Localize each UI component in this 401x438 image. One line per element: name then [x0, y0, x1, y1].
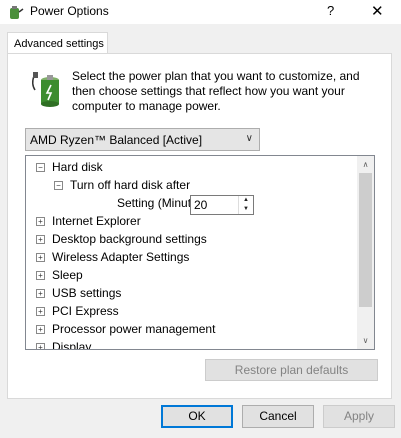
scroll-up-icon[interactable]: ∧: [357, 156, 374, 173]
settings-tree[interactable]: − Hard disk − Turn off hard disk after Set…: [25, 155, 375, 350]
expand-icon[interactable]: +: [36, 325, 45, 334]
description-text: Select the power plan that you want to c…: [72, 69, 360, 113]
close-button[interactable]: ✕: [371, 2, 384, 20]
scroll-down-icon[interactable]: ∨: [357, 332, 374, 349]
tree-item-usb-settings[interactable]: + USB settings: [36, 284, 121, 302]
expand-icon[interactable]: +: [36, 271, 45, 280]
tree-item-label: Sleep: [52, 268, 83, 282]
expand-icon[interactable]: +: [36, 343, 45, 349]
tree-item-label: Desktop background settings: [52, 232, 207, 246]
tree-item-hard-disk[interactable]: − Hard disk: [36, 158, 103, 176]
tree-item-label: Wireless Adapter Settings: [52, 250, 190, 264]
title-bar: Power Options ? ✕: [0, 0, 401, 24]
minutes-spinbox[interactable]: 20 ▲ ▼: [190, 195, 254, 215]
expand-icon[interactable]: +: [36, 217, 45, 226]
spin-up-icon[interactable]: ▲: [239, 196, 253, 205]
battery-plug-icon: [31, 72, 59, 107]
scrollbar-thumb[interactable]: [359, 173, 372, 307]
tree-item-wireless-adapter[interactable]: + Wireless Adapter Settings: [36, 248, 189, 266]
tree-item-label: Display: [52, 340, 92, 350]
cancel-button[interactable]: Cancel: [242, 405, 314, 428]
help-button[interactable]: ?: [327, 3, 334, 18]
restore-plan-defaults-button[interactable]: Restore plan defaults: [205, 359, 378, 381]
expand-icon[interactable]: +: [36, 289, 45, 298]
ok-button[interactable]: OK: [161, 405, 233, 428]
tree-item-label: Hard disk: [52, 160, 103, 174]
tree-item-label: PCI Express: [52, 304, 119, 318]
tree-item-desktop-background[interactable]: + Desktop background settings: [36, 230, 207, 248]
tree-item-label: Turn off hard disk after: [70, 178, 191, 192]
tree-item-sleep[interactable]: + Sleep: [36, 266, 83, 284]
tab-advanced-settings[interactable]: Advanced settings: [7, 32, 108, 54]
tree-item-label: USB settings: [52, 286, 122, 300]
power-options-icon: [10, 6, 24, 19]
expand-icon[interactable]: +: [36, 307, 45, 316]
apply-button[interactable]: Apply: [323, 405, 395, 428]
tree-item-label: Processor power management: [52, 322, 216, 336]
expand-icon[interactable]: +: [36, 253, 45, 262]
power-plan-dropdown[interactable]: AMD Ryzen™ Balanced [Active] ∨: [25, 128, 260, 151]
expand-icon[interactable]: +: [36, 235, 45, 244]
tree-item-display[interactable]: + Display: [36, 338, 92, 350]
tree-item-processor-power[interactable]: + Processor power management: [36, 320, 215, 338]
collapse-icon[interactable]: −: [54, 181, 63, 190]
plan-selected-value: AMD Ryzen™ Balanced [Active]: [30, 133, 203, 147]
chevron-down-icon: ∨: [245, 133, 253, 144]
tree-item-internet-explorer[interactable]: + Internet Explorer: [36, 212, 141, 230]
window-title: Power Options: [30, 4, 109, 18]
minutes-value[interactable]: 20: [194, 198, 207, 212]
tree-item-turn-off-hard-disk[interactable]: − Turn off hard disk after: [54, 176, 190, 194]
tree-item-label: Internet Explorer: [52, 214, 141, 228]
collapse-icon[interactable]: −: [36, 163, 45, 172]
tree-scrollbar[interactable]: ∧ ∨: [357, 156, 374, 349]
spin-down-icon[interactable]: ▼: [239, 205, 253, 214]
tree-item-pci-express[interactable]: + PCI Express: [36, 302, 119, 320]
